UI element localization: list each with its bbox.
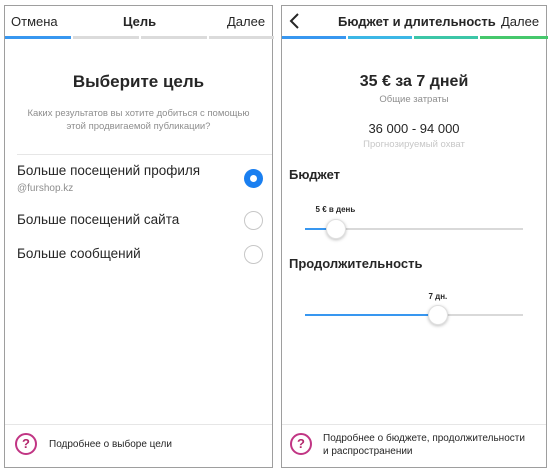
objective-subtitle-line2: этой продвигаемой публикации? bbox=[66, 121, 211, 132]
objective-screen: Отмена Цель Далее Выберите цель Каких ре… bbox=[4, 5, 274, 468]
next-button[interactable]: Далее bbox=[227, 14, 265, 29]
progress-step-4 bbox=[209, 36, 274, 39]
progress-step-2 bbox=[348, 36, 412, 39]
header: Отмена Цель Далее bbox=[5, 6, 272, 36]
total-spend-label: Общие затраты bbox=[379, 94, 449, 105]
progress-step-1 bbox=[282, 36, 346, 39]
radio-website-visits[interactable] bbox=[244, 211, 263, 230]
page-title: Бюджет и длительность bbox=[338, 14, 496, 29]
option-label: Больше сообщений bbox=[17, 246, 141, 261]
budget-value: 5 € в день bbox=[315, 205, 356, 214]
estimated-reach: 36 000 - 94 000 bbox=[368, 121, 460, 136]
duration-value: 7 дн. bbox=[428, 292, 448, 301]
objective-subtitle-line1: Каких результатов вы хотите добиться с п… bbox=[27, 108, 250, 119]
progress-step-4 bbox=[480, 36, 548, 39]
help-text-line1: Подробнее о бюджете, продолжительности bbox=[323, 433, 525, 444]
option-label: Больше посещений профиля bbox=[17, 163, 201, 178]
help-question-icon: ? bbox=[290, 433, 312, 455]
progress-step-1 bbox=[5, 36, 71, 39]
estimated-reach-label: Прогнозируемый охват bbox=[363, 139, 465, 150]
back-chevron-icon[interactable] bbox=[288, 12, 300, 35]
help-text: Подробнее о выборе цели bbox=[49, 439, 172, 450]
progress-step-3 bbox=[414, 36, 478, 39]
divider bbox=[17, 154, 272, 155]
progress-step-3 bbox=[141, 36, 207, 39]
duration-slider-thumb[interactable] bbox=[427, 305, 448, 325]
duration-title: Продолжительность bbox=[289, 256, 423, 271]
progress-step-2 bbox=[73, 36, 139, 39]
budget-slider-thumb[interactable] bbox=[325, 219, 346, 239]
footer-divider bbox=[282, 424, 546, 425]
cancel-button[interactable]: Отмена bbox=[11, 14, 58, 29]
total-spend: 35 € за 7 дней bbox=[359, 73, 469, 90]
budget-title: Бюджет bbox=[289, 167, 340, 182]
budget-duration-screen: Бюджет и длительность Далее 35 € за 7 дн… bbox=[281, 5, 548, 468]
footer-divider bbox=[5, 424, 272, 425]
page-title: Цель bbox=[123, 14, 157, 29]
objective-heading: Выберите цель bbox=[72, 72, 205, 91]
radio-profile-visits[interactable] bbox=[244, 169, 263, 188]
help-question-icon: ? bbox=[15, 433, 37, 455]
duration-slider-fill bbox=[305, 314, 438, 316]
header: Бюджет и длительность Далее bbox=[282, 6, 546, 36]
next-button[interactable]: Далее bbox=[501, 14, 539, 29]
option-account: @furshop.kz bbox=[17, 183, 74, 194]
radio-messages[interactable] bbox=[244, 245, 263, 264]
help-text-line2: и распространении bbox=[323, 446, 413, 457]
option-label: Больше посещений сайта bbox=[17, 212, 180, 227]
